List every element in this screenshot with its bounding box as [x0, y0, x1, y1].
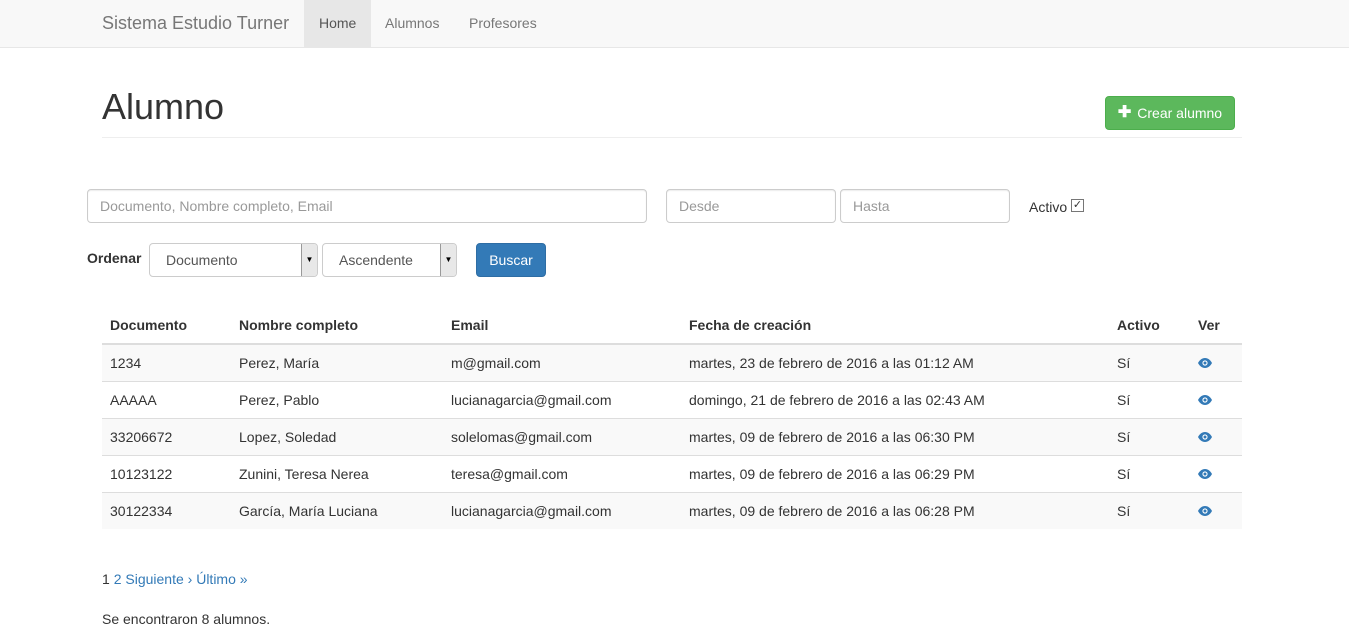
- plus-icon: ✚: [1117, 104, 1132, 121]
- eye-icon[interactable]: [1198, 355, 1212, 371]
- column-header-ver: Ver: [1190, 306, 1242, 345]
- eye-icon[interactable]: [1198, 503, 1212, 519]
- create-alumno-label: Crear alumno: [1137, 105, 1223, 121]
- desde-input[interactable]: Desde: [666, 189, 836, 223]
- cell-email: lucianagarcia@gmail.com: [443, 380, 681, 418]
- order-direction-value: Ascendente: [339, 252, 413, 268]
- cell-nombre: Zunini, Teresa Nerea: [231, 454, 443, 492]
- cell-email: teresa@gmail.com: [443, 454, 681, 492]
- eye-icon[interactable]: [1198, 392, 1212, 408]
- cell-activo: Sí: [1109, 343, 1190, 381]
- result-count: Se encontraron 8 alumnos.: [102, 611, 271, 627]
- cell-fecha: martes, 09 de febrero de 2016 a las 06:2…: [681, 491, 1109, 529]
- cell-fecha: domingo, 21 de febrero de 2016 a las 02:…: [681, 380, 1109, 418]
- cell-documento: 10123122: [102, 454, 231, 492]
- cell-nombre: García, María Luciana: [231, 491, 443, 529]
- cell-fecha: martes, 09 de febrero de 2016 a las 06:3…: [681, 417, 1109, 455]
- create-alumno-button[interactable]: ✚ Crear alumno: [1105, 96, 1235, 130]
- chevron-down-icon: ▼: [301, 244, 317, 276]
- search-button[interactable]: Buscar: [476, 243, 546, 277]
- column-header-email[interactable]: Email: [443, 306, 681, 345]
- activo-label: Activo: [1029, 199, 1068, 215]
- ordenar-label: Ordenar: [87, 250, 142, 266]
- activo-checkbox[interactable]: ✓: [1071, 199, 1084, 212]
- hasta-input[interactable]: Hasta: [840, 189, 1010, 223]
- cell-email: lucianagarcia@gmail.com: [443, 491, 681, 529]
- alumnos-table: Documento Nombre completo Email Fecha de…: [102, 306, 1242, 529]
- order-direction-select[interactable]: Ascendente ▼: [322, 243, 457, 277]
- nav-item-home[interactable]: Home: [304, 0, 372, 48]
- cell-documento: 30122334: [102, 491, 231, 529]
- eye-icon[interactable]: [1198, 429, 1212, 445]
- column-header-activo[interactable]: Activo: [1109, 306, 1190, 345]
- cell-fecha: martes, 09 de febrero de 2016 a las 06:2…: [681, 454, 1109, 492]
- navbar: Sistema Estudio Turner Home Alumnos Prof…: [0, 0, 1349, 48]
- cell-ver: [1190, 491, 1242, 529]
- cell-email: m@gmail.com: [443, 343, 681, 381]
- table-row: 30122334 García, María Luciana lucianaga…: [102, 491, 1242, 529]
- cell-activo: Sí: [1109, 380, 1190, 418]
- chevron-down-icon: ▼: [440, 244, 456, 276]
- page-title: Alumno: [102, 86, 225, 127]
- eye-icon[interactable]: [1198, 466, 1212, 482]
- cell-activo: Sí: [1109, 417, 1190, 455]
- cell-documento: 1234: [102, 343, 231, 381]
- cell-documento: 33206672: [102, 417, 231, 455]
- table-row: 1234 Perez, María m@gmail.com martes, 23…: [102, 343, 1242, 381]
- table-row: 33206672 Lopez, Soledad solelomas@gmail.…: [102, 417, 1242, 455]
- cell-ver: [1190, 454, 1242, 492]
- nav-item-profesores[interactable]: Profesores: [454, 0, 552, 48]
- search-input[interactable]: Documento, Nombre completo, Email: [87, 189, 647, 223]
- column-header-nombre[interactable]: Nombre completo: [231, 306, 443, 345]
- cell-fecha: martes, 23 de febrero de 2016 a las 01:1…: [681, 343, 1109, 381]
- pagination-last[interactable]: Último »: [196, 571, 247, 587]
- column-header-documento[interactable]: Documento: [102, 306, 231, 345]
- navbar-brand[interactable]: Sistema Estudio Turner: [102, 13, 289, 34]
- pagination: 1 2 Siguiente › Último »: [102, 571, 248, 587]
- table-row: 10123122 Zunini, Teresa Nerea teresa@gma…: [102, 454, 1242, 492]
- pagination-current: 1: [102, 571, 110, 587]
- cell-ver: [1190, 380, 1242, 418]
- cell-activo: Sí: [1109, 454, 1190, 492]
- title-divider: [102, 137, 1242, 138]
- cell-nombre: Lopez, Soledad: [231, 417, 443, 455]
- cell-activo: Sí: [1109, 491, 1190, 529]
- pagination-page-2[interactable]: 2: [114, 571, 122, 587]
- cell-ver: [1190, 343, 1242, 381]
- table-header-row: Documento Nombre completo Email Fecha de…: [102, 306, 1242, 345]
- table-row: AAAAA Perez, Pablo lucianagarcia@gmail.c…: [102, 380, 1242, 418]
- cell-nombre: Perez, María: [231, 343, 443, 381]
- cell-email: solelomas@gmail.com: [443, 417, 681, 455]
- order-field-value: Documento: [166, 252, 238, 268]
- nav-item-alumnos[interactable]: Alumnos: [370, 0, 454, 48]
- cell-ver: [1190, 417, 1242, 455]
- pagination-next[interactable]: Siguiente ›: [125, 571, 192, 587]
- cell-nombre: Perez, Pablo: [231, 380, 443, 418]
- cell-documento: AAAAA: [102, 380, 231, 418]
- order-field-select[interactable]: Documento ▼: [149, 243, 318, 277]
- column-header-fecha[interactable]: Fecha de creación: [681, 306, 1109, 345]
